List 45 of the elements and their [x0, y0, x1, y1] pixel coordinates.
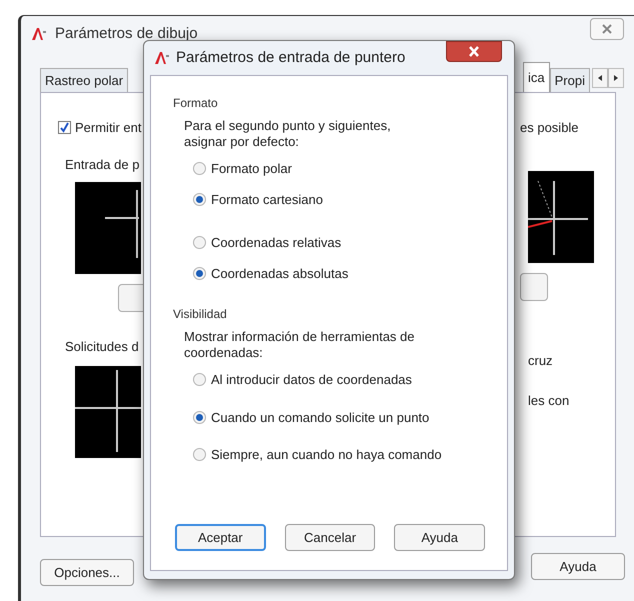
radio-label: Coordenadas absolutas	[211, 264, 348, 282]
dialog-title: Parámetros de entrada de puntero	[176, 48, 406, 68]
tab[interactable]: ica	[523, 62, 550, 92]
section-prompt: Mostrar información de herramientas de coordenadas:	[184, 329, 416, 361]
radio-label: Formato cartesiano	[211, 190, 323, 208]
app-logo-icon	[154, 51, 170, 65]
scroll-left-button[interactable]	[592, 68, 608, 88]
options-button[interactable]: Opciones...	[40, 559, 134, 586]
close-icon	[602, 24, 612, 34]
group-label: Solicitudes d	[65, 338, 140, 356]
group-label: Entrada de p	[65, 156, 140, 174]
radio-label: Coordenadas relativas	[211, 234, 342, 252]
section-prompt: Para el segundo punto y siguientes, asignar por defecto:	[184, 118, 392, 150]
tab[interactable]: Propi	[550, 68, 590, 92]
option-label: cruz	[528, 352, 554, 370]
dialog-button[interactable]: Cancelar	[284, 524, 376, 551]
option-label: es posible	[520, 119, 580, 137]
radio-label: Cuando un comando solicite un punto	[211, 408, 430, 427]
radio-label: Siempre, aun cuando no haya comando	[211, 446, 442, 464]
radio-button[interactable]	[193, 266, 206, 280]
radio-button[interactable]	[193, 373, 206, 386]
right-arrow-icon	[612, 73, 620, 83]
close-button[interactable]	[446, 41, 502, 62]
radio-button[interactable]	[193, 192, 206, 206]
app-logo-icon	[31, 27, 47, 41]
dialog-button[interactable]: Ayuda	[394, 524, 485, 551]
radio-button[interactable]	[193, 410, 206, 424]
radio-button[interactable]	[193, 236, 206, 250]
help-button[interactable]: Ayuda	[531, 553, 625, 580]
checkbox[interactable]	[58, 121, 71, 134]
window-title: Parámetros de dibujo	[55, 24, 198, 44]
section-title: Visibilidad	[173, 306, 228, 323]
radio-button[interactable]	[193, 162, 206, 176]
scroll-right-button[interactable]	[608, 68, 624, 88]
option-label: les con	[528, 392, 570, 410]
settings-button[interactable]	[520, 272, 548, 300]
close-icon	[468, 46, 480, 57]
radio-label: Formato polar	[211, 160, 292, 178]
tab[interactable]: Rastreo polar	[40, 68, 128, 92]
left-arrow-icon	[596, 73, 604, 83]
dialog-button[interactable]: Aceptar	[175, 524, 266, 551]
section-title: Formato	[173, 95, 219, 112]
checkbox-label: Permitir ent	[75, 119, 142, 137]
radio-button[interactable]	[193, 448, 206, 462]
radio-label: Al introducir datos de coordenadas	[211, 371, 412, 389]
